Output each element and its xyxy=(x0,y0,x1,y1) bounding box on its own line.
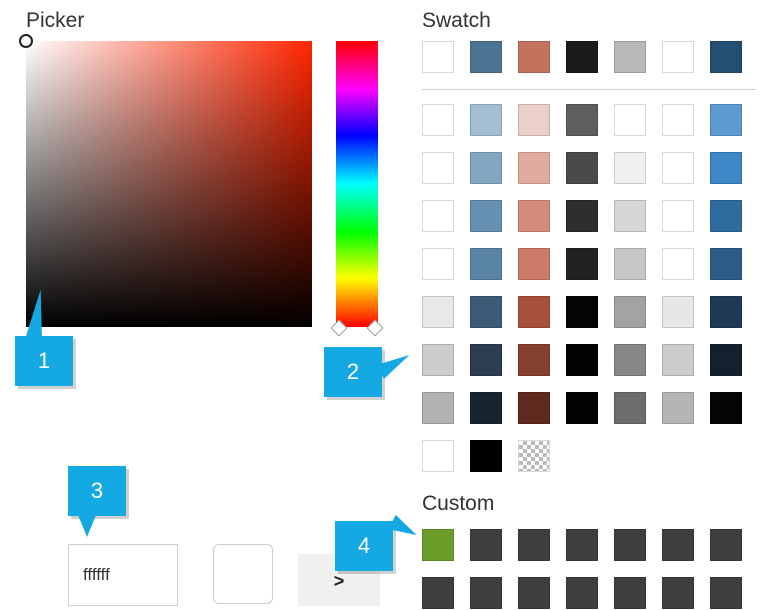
callout-badge-2: 2 xyxy=(324,347,382,397)
swatch-color[interactable] xyxy=(710,41,742,73)
swatch-color[interactable] xyxy=(518,104,550,136)
callout-label-2: 2 xyxy=(346,359,360,384)
swatch-color[interactable] xyxy=(662,200,694,232)
callout-label-4: 4 xyxy=(357,533,371,558)
custom-swatch[interactable] xyxy=(422,577,454,609)
swatch-color[interactable] xyxy=(710,200,742,232)
swatch-color[interactable] xyxy=(470,344,502,376)
swatch-color[interactable] xyxy=(710,104,742,136)
swatch-color[interactable] xyxy=(710,248,742,280)
swatch-color[interactable] xyxy=(470,392,502,424)
swatch-color[interactable] xyxy=(470,296,502,328)
swatch-color[interactable] xyxy=(422,200,454,232)
swatch-color[interactable] xyxy=(710,344,742,376)
swatch-color[interactable] xyxy=(470,41,502,73)
callout-label-1: 1 xyxy=(37,348,51,373)
swatch-color[interactable] xyxy=(662,152,694,184)
swatch-color[interactable] xyxy=(614,248,646,280)
custom-swatch[interactable] xyxy=(614,577,646,609)
swatch-color[interactable] xyxy=(662,104,694,136)
swatch-color[interactable] xyxy=(470,104,502,136)
custom-swatch[interactable] xyxy=(566,577,598,609)
custom-swatch[interactable] xyxy=(518,529,550,561)
swatch-color[interactable] xyxy=(470,152,502,184)
swatch-color[interactable] xyxy=(518,296,550,328)
swatch-color[interactable] xyxy=(422,344,454,376)
swatch-color[interactable] xyxy=(614,152,646,184)
callout-badge-3: 3 xyxy=(68,466,126,516)
swatch-color[interactable] xyxy=(422,152,454,184)
swatch-color[interactable] xyxy=(662,344,694,376)
swatch-color[interactable] xyxy=(518,200,550,232)
saturation-value-field[interactable] xyxy=(19,34,312,327)
swatch-color[interactable] xyxy=(518,41,550,73)
swatch-color[interactable] xyxy=(662,248,694,280)
swatch-color[interactable] xyxy=(710,392,742,424)
swatch-color[interactable] xyxy=(470,248,502,280)
transparent-swatch[interactable] xyxy=(518,440,550,472)
swatch-color[interactable] xyxy=(518,392,550,424)
swatch-color[interactable] xyxy=(566,248,598,280)
swatch-color[interactable] xyxy=(614,200,646,232)
swatch-color[interactable] xyxy=(566,200,598,232)
swatch-color[interactable] xyxy=(614,41,646,73)
swatch-color[interactable] xyxy=(710,152,742,184)
callout-label-3: 3 xyxy=(90,478,104,503)
picker-title: Picker xyxy=(26,9,85,32)
swatch-color[interactable] xyxy=(422,104,454,136)
swatch-color[interactable] xyxy=(710,296,742,328)
swatch-color[interactable] xyxy=(566,344,598,376)
hue-slider[interactable] xyxy=(336,41,378,327)
swatch-color[interactable] xyxy=(422,440,454,472)
swatch-color[interactable] xyxy=(614,344,646,376)
custom-swatch[interactable] xyxy=(710,529,742,561)
custom-title: Custom xyxy=(422,492,495,515)
custom-swatch[interactable] xyxy=(470,529,502,561)
callout-pointer-3 xyxy=(78,515,96,537)
custom-swatch[interactable] xyxy=(470,577,502,609)
color-preview xyxy=(213,544,273,604)
swatch-color[interactable] xyxy=(422,296,454,328)
swatch-color[interactable] xyxy=(566,41,598,73)
swatch-color[interactable] xyxy=(566,104,598,136)
swatch-color[interactable] xyxy=(422,248,454,280)
swatch-color[interactable] xyxy=(566,152,598,184)
swatch-color[interactable] xyxy=(662,296,694,328)
custom-swatch[interactable] xyxy=(662,577,694,609)
swatch-color[interactable] xyxy=(518,248,550,280)
swatch-color[interactable] xyxy=(614,104,646,136)
swatch-color[interactable] xyxy=(518,344,550,376)
callout-pointer-4 xyxy=(388,514,421,543)
swatch-color[interactable] xyxy=(614,296,646,328)
swatch-color[interactable] xyxy=(422,41,454,73)
swatch-divider xyxy=(422,89,756,90)
custom-swatch[interactable] xyxy=(662,529,694,561)
swatch-color[interactable] xyxy=(518,152,550,184)
swatch-title: Swatch xyxy=(422,9,491,32)
swatch-color[interactable] xyxy=(566,296,598,328)
custom-swatch[interactable] xyxy=(710,577,742,609)
swatch-color[interactable] xyxy=(470,440,502,472)
swatch-color[interactable] xyxy=(662,392,694,424)
swatch-color[interactable] xyxy=(614,392,646,424)
callout-badge-1: 1 xyxy=(15,336,73,386)
custom-swatch[interactable] xyxy=(422,529,454,561)
swatch-color[interactable] xyxy=(566,392,598,424)
swatch-color[interactable] xyxy=(662,41,694,73)
picker-cursor[interactable] xyxy=(19,34,33,48)
callout-badge-4: 4 xyxy=(335,521,393,571)
custom-swatch[interactable] xyxy=(566,529,598,561)
swatch-color[interactable] xyxy=(470,200,502,232)
hex-input[interactable] xyxy=(68,544,178,606)
swatch-color[interactable] xyxy=(422,392,454,424)
custom-swatch[interactable] xyxy=(518,577,550,609)
custom-swatch[interactable] xyxy=(614,529,646,561)
